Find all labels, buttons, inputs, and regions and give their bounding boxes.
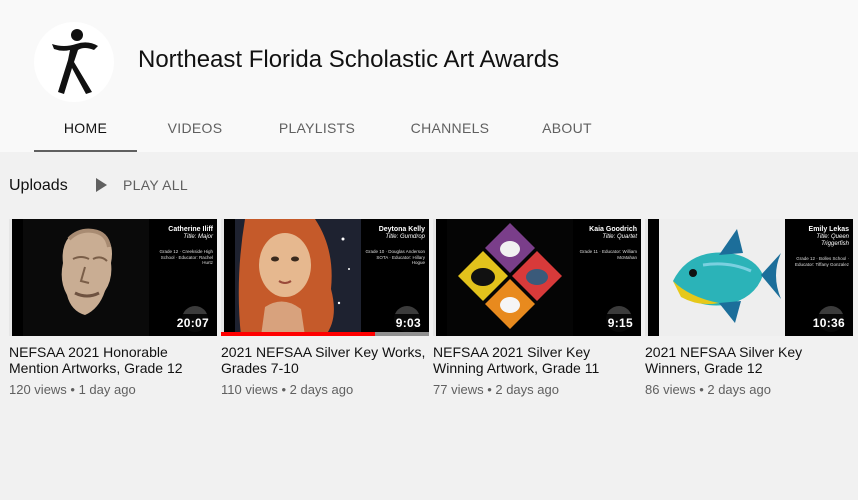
channel-logo-icon [52, 29, 98, 94]
tab-home[interactable]: HOME [34, 104, 137, 152]
play-all-label: PLAY ALL [123, 177, 188, 193]
video-duration: 10:36 [808, 314, 849, 332]
thumbnail-artist: Catherine Iliff [168, 226, 213, 233]
upload-age: 1 day ago [78, 382, 136, 397]
thumbnail-caption: Kaia Goodrich Title: Quartet Grade 11 · … [575, 225, 637, 260]
thumbnail-details: Grade 11 · Educator: William McMahan [579, 249, 637, 260]
birds-thumbnail-image [447, 219, 573, 336]
video-duration: 20:07 [172, 314, 213, 332]
thumbnail-artwork-title: Title: Quartet [602, 234, 637, 240]
video-thumbnail[interactable]: Kaia Goodrich Title: Quartet Grade 11 · … [433, 219, 641, 336]
view-count: 77 views [433, 382, 484, 397]
channel-title: Northeast Florida Scholastic Art Awards [138, 46, 560, 73]
sculpture-thumbnail-image [23, 219, 149, 336]
video-card[interactable]: Emily Lekas Title: Queen Triggerfish Gra… [645, 219, 853, 397]
uploads-section: Uploads PLAY ALL Catherine Iliff Title: … [0, 152, 858, 500]
upload-age: 2 days ago [289, 382, 354, 397]
thumbnail-edge [433, 219, 436, 336]
video-title[interactable]: NEFSAA 2021 Honorable Mention Artworks, … [9, 344, 217, 376]
video-card[interactable]: Catherine Iliff Title: Major Grade 12 · … [9, 219, 217, 397]
play-icon [96, 178, 107, 192]
video-thumbnail[interactable]: Catherine Iliff Title: Major Grade 12 · … [9, 219, 217, 336]
video-meta: 120 views • 1 day ago [9, 382, 136, 397]
thumbnail-caption: Emily Lekas Title: Queen Triggerfish Gra… [787, 225, 849, 267]
video-title[interactable]: 2021 NEFSAA Silver Key Winners, Grade 12 [645, 344, 853, 376]
thumbnail-edge [221, 219, 224, 336]
thumbnail-edge [9, 219, 12, 336]
portrait-thumbnail-image [235, 219, 361, 336]
thumbnail-artist: Emily Lekas [808, 226, 849, 233]
watch-progress-bar [221, 332, 429, 336]
video-duration: 9:03 [391, 314, 425, 332]
thumbnail-details: Grade 12 · Creekside High School · Educa… [159, 249, 213, 265]
video-title[interactable]: 2021 NEFSAA Silver Key Works, Grades 7-1… [221, 344, 429, 376]
watch-progress-fill [221, 332, 375, 336]
thumbnail-caption: Deytona Kelly Title: Gumdrop Grade 10 · … [363, 225, 425, 266]
play-all-button[interactable]: PLAY ALL [96, 177, 188, 193]
channel-tabs: HOME VIDEOS PLAYLISTS CHANNELS ABOUT [34, 104, 615, 152]
upload-age: 2 days ago [707, 382, 771, 397]
video-meta: 77 views • 2 days ago [433, 382, 559, 397]
view-count: 86 views [645, 382, 696, 397]
thumbnail-details: Grade 10 · Douglas Anderson SOTA · Educa… [365, 249, 425, 265]
view-count: 120 views [9, 382, 67, 397]
video-meta: 86 views • 2 days ago [645, 382, 771, 397]
video-card[interactable]: Deytona Kelly Title: Gumdrop Grade 10 · … [221, 219, 429, 397]
thumbnail-caption: Catherine Iliff Title: Major Grade 12 · … [151, 225, 213, 266]
thumbnail-edge [645, 219, 648, 336]
uploads-heading[interactable]: Uploads [9, 177, 68, 195]
upload-age: 2 days ago [495, 382, 559, 397]
tab-channels[interactable]: CHANNELS [381, 104, 519, 152]
thumbnail-artwork-title: Title: Queen Triggerfish [816, 234, 849, 247]
tab-playlists[interactable]: PLAYLISTS [253, 104, 381, 152]
channel-avatar[interactable] [34, 22, 114, 102]
fish-thumbnail-image [659, 219, 785, 336]
thumbnail-artwork-title: Title: Major [183, 234, 213, 240]
tab-about[interactable]: ABOUT [519, 104, 615, 152]
thumbnail-artwork-title: Title: Gumdrop [385, 234, 425, 240]
video-duration: 9:15 [603, 314, 637, 332]
thumbnail-artist: Kaia Goodrich [589, 226, 637, 233]
thumbnail-details: Grade 12 · Bolles School · Educator: Tif… [795, 256, 849, 267]
video-meta: 110 views • 2 days ago [221, 382, 354, 397]
channel-header: Northeast Florida Scholastic Art Awards … [0, 0, 858, 152]
view-count: 110 views [221, 382, 278, 397]
video-thumbnail[interactable]: Emily Lekas Title: Queen Triggerfish Gra… [645, 219, 853, 336]
thumbnail-artist: Deytona Kelly [378, 226, 425, 233]
video-card[interactable]: Kaia Goodrich Title: Quartet Grade 11 · … [433, 219, 641, 397]
tab-videos[interactable]: VIDEOS [137, 104, 253, 152]
video-title[interactable]: NEFSAA 2021 Silver Key Winning Artwork, … [433, 344, 641, 376]
video-thumbnail[interactable]: Deytona Kelly Title: Gumdrop Grade 10 · … [221, 219, 429, 336]
